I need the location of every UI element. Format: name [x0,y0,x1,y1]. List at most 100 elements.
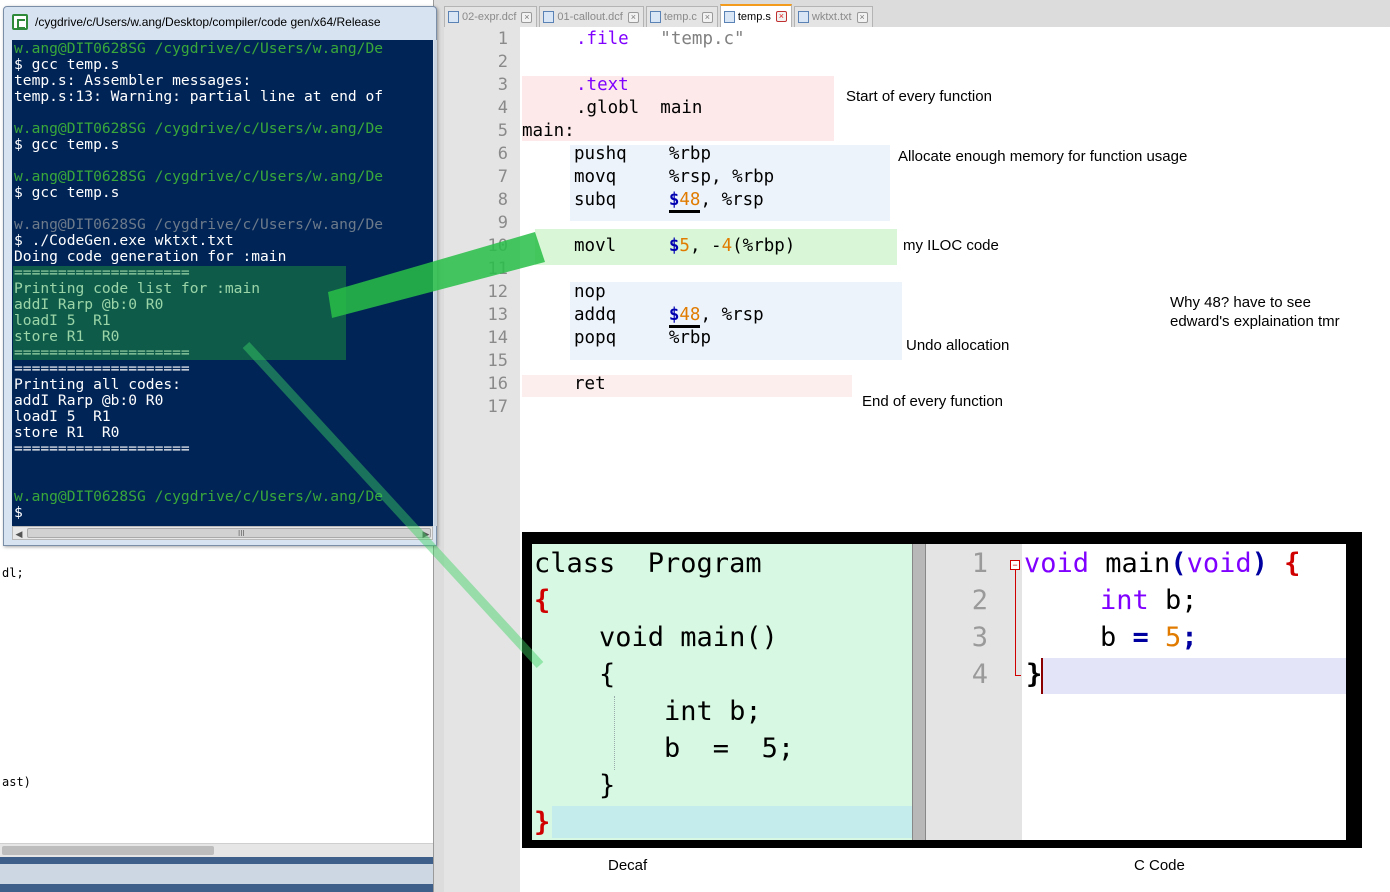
close-tab-icon[interactable]: × [627,11,639,23]
line-number: 6 [497,144,508,164]
c-code-caption: C Code [1134,857,1185,874]
tab-02-expr-dcf[interactable]: 02-expr.dcf × [444,6,538,27]
minus-sign: - [711,236,722,256]
terminal-titlebar[interactable]: /cygdrive/c/Users/w.ang/Desktop/compiler… [4,7,436,37]
close-tab-icon[interactable]: × [701,11,713,23]
line-number: 10 [487,236,508,256]
background-code-fragment: ast) [2,775,31,789]
tab-01-callout-dcf[interactable]: 01-callout.dcf × [539,6,644,27]
c-line-1: void main(void) { [1024,548,1300,579]
terminal-line: ==================== [14,440,190,457]
terminal-line: w.ang@DIT0628SG /cygdrive/c/Users/w.ang/… [14,40,384,57]
terminal-line: $ ./CodeGen.exe wktxt.txt [14,232,234,249]
scroll-grip: III [238,529,245,538]
decaf-code-panel: class Program { void main() { int b; b =… [532,544,912,840]
close-tab-icon[interactable]: × [521,11,533,23]
opcode: nop [574,282,606,302]
terminal-line: w.ang@DIT0628SG /cygdrive/c/Users/w.ang/… [14,120,384,137]
opcode: addq [574,305,617,325]
c-line-number-gutter: 1 2 3 4 [926,544,1022,840]
c-line-3: b = 5; [1100,622,1198,653]
terminal-title: /cygdrive/c/Users/w.ang/Desktop/compiler… [35,15,381,29]
register: %rbp [668,328,711,348]
background-horizontal-scrollbar[interactable] [0,843,436,857]
scroll-right-arrow-icon[interactable]: ▶ [421,529,431,539]
code-line-4: .globl main [576,98,702,118]
code-line-13: addq $48, %rsp [574,305,764,328]
tab-temp-c[interactable]: temp.c × [645,6,718,27]
line-number: 4 [497,98,508,118]
close-tab-icon[interactable]: × [856,11,868,23]
terminal-horizontal-scrollbar[interactable]: ◀ III ▶ [12,526,433,540]
opcode: movl [574,236,617,256]
annotation-undo-allocation: Undo allocation [906,337,1010,354]
code-line-8: subq $48, %rsp [574,190,764,213]
scroll-thumb[interactable] [2,846,214,855]
terminal-line: $ gcc temp.s [14,56,120,73]
decaf-line-7: } [534,770,616,801]
terminal-line: w.ang@DIT0628SG /cygdrive/c/Users/w.ang/… [14,216,384,233]
decaf-line-6: b = 5; [534,733,795,764]
paren: ) [1251,548,1268,579]
decaf-line-5: int b; [534,696,762,727]
line-number: 1 [497,29,508,49]
terminal-vertical-scrollbar[interactable] [434,40,437,526]
annotation-allocate-memory: Allocate enough memory for function usag… [898,148,1188,165]
code-line-14: popq %rbp [574,328,711,348]
scroll-left-arrow-icon[interactable]: ◀ [14,529,24,539]
terminal-line: $ gcc temp.s [14,184,120,201]
fold-collapse-icon[interactable]: − [1010,560,1020,570]
scroll-thumb[interactable]: III [27,528,431,538]
tab-label: temp.s [737,10,771,23]
editor-tab-bar: 02-expr.dcf × 01-callout.dcf × temp.c × temp.s… [444,4,875,27]
background-bottom-bar [0,857,436,892]
tab-label: wktxt.txt [811,11,852,23]
annotation-start-of-function: Start of every function [846,88,992,105]
opcode: subq [574,190,617,210]
paren: ( [1170,548,1187,579]
keyword: void [1024,548,1090,579]
line-number: 11 [487,259,508,279]
directive: .globl [576,98,640,118]
terminal-line: $ gcc temp.s [14,136,120,153]
annotation-why-48-cont: edward's explaination tmr [1170,313,1340,330]
opcode: movq [574,167,617,187]
annotation-why-48: Why 48? have to see [1170,294,1311,311]
line-number: 4 [971,659,988,690]
offset-value: 4 [721,236,733,256]
function-name: main [1089,548,1171,579]
code-line-12: nop [574,282,606,302]
comma: , [700,190,712,210]
immediate-prefix: $ [668,190,680,210]
panel-splitter[interactable] [912,544,926,840]
tab-wktxt-txt[interactable]: wktxt.txt × [793,6,873,27]
register: %rsp, [668,167,722,187]
open-brace: { [1284,548,1301,579]
tab-label: temp.c [663,11,697,23]
annotation-iloc-code: my ILOC code [903,237,999,254]
keyword: int [1100,585,1149,616]
opcode: ret [574,374,606,394]
close-tab-icon[interactable]: × [775,11,787,22]
comma: , [689,236,701,256]
register: %rsp [721,305,764,325]
c-code-panel: 1 2 3 4 − void main(void) { int b; b = 5… [926,544,1346,840]
code-line-16: ret [574,374,606,394]
line-number: 8 [497,190,508,210]
tab-temp-s[interactable]: temp.s × [719,4,792,27]
terminal-line: store R1 R0 [14,424,120,441]
current-line-highlight [1042,658,1346,694]
immediate-value: 48 [679,305,701,325]
code-line-7: movq %rsp, %rbp [574,167,774,187]
background-code-fragment: dl; [2,566,24,580]
line-number: 7 [497,167,508,187]
highlighted-code-list [13,266,346,360]
terminal-line: $ [14,504,23,521]
register: %rbp [732,167,775,187]
line-number: 3 [497,75,508,95]
terminal-line: ==================== [14,360,190,377]
